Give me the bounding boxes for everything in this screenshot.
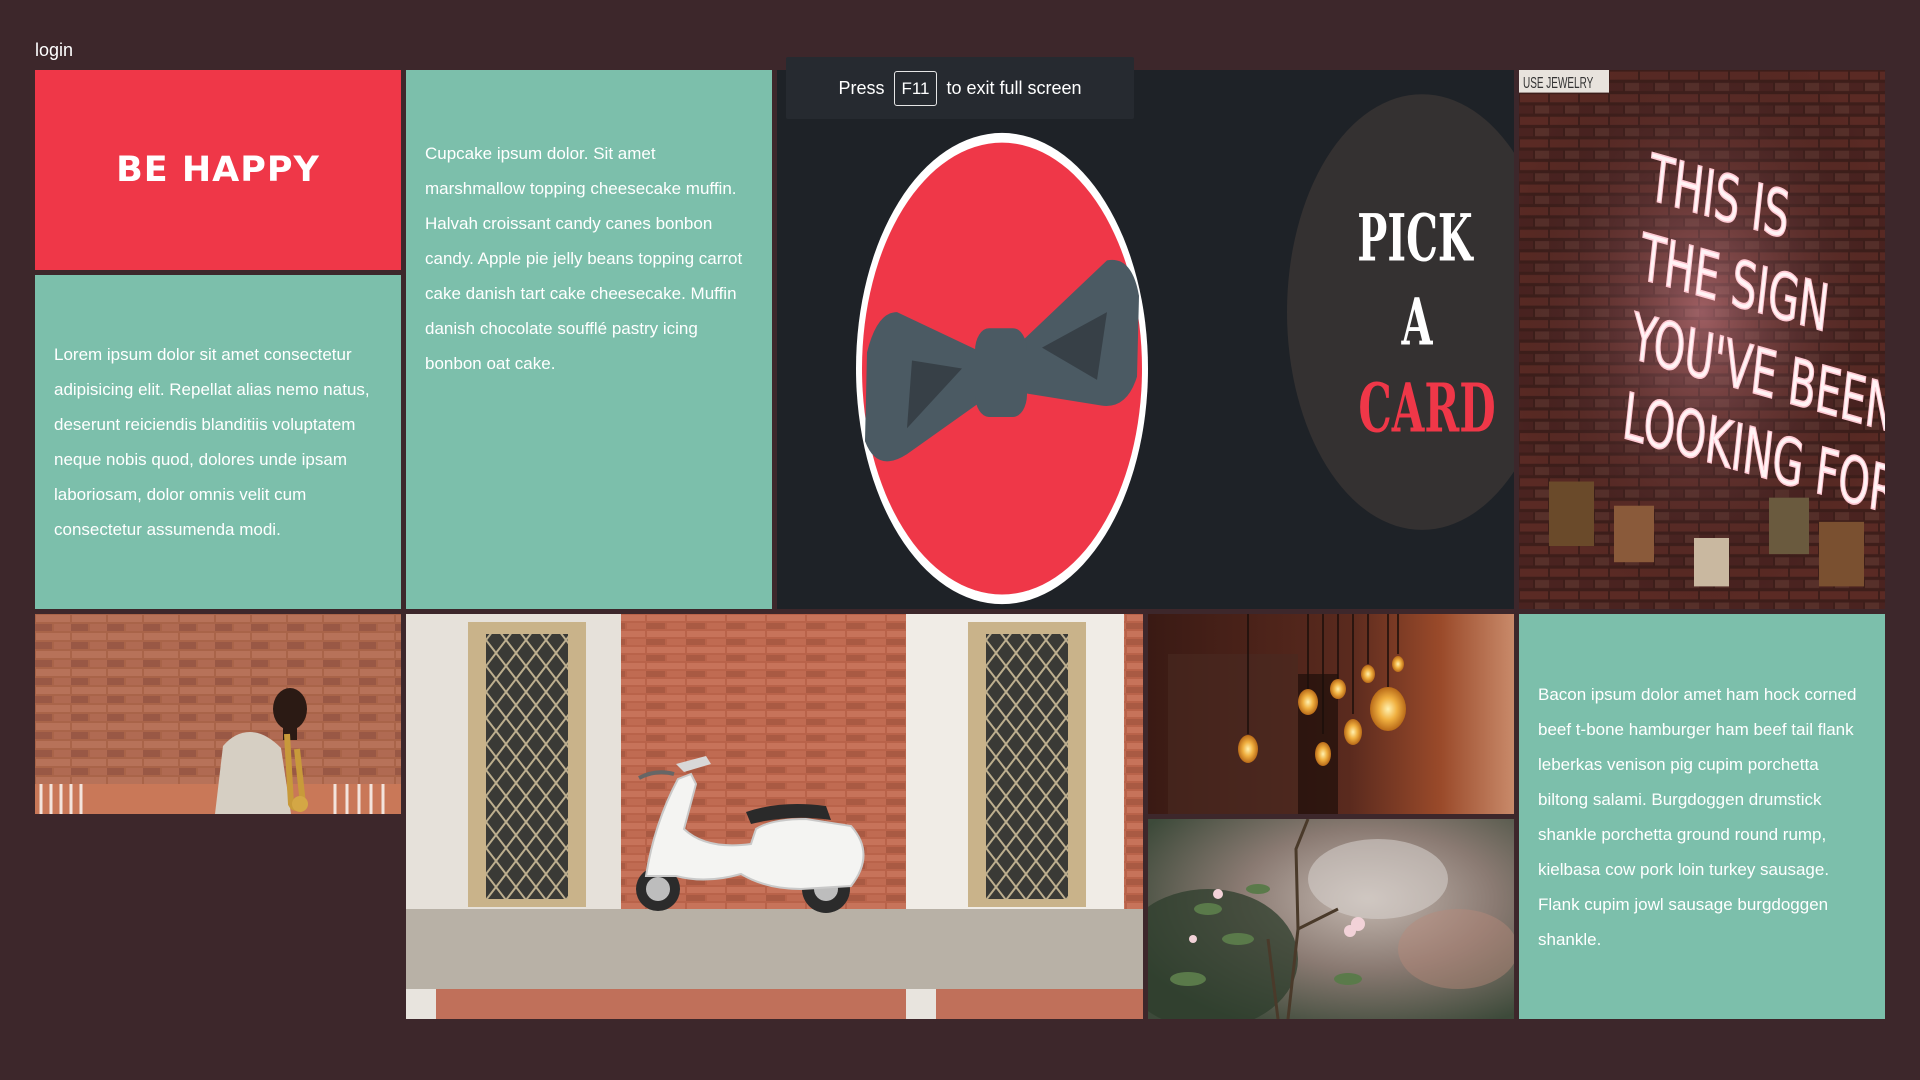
a-text: A bbox=[1401, 284, 1434, 360]
lorem-text: Lorem ipsum dolor sit amet consectetur a… bbox=[54, 345, 370, 539]
f11-key: F11 bbox=[894, 70, 937, 106]
scooter-photo bbox=[406, 614, 1143, 1019]
bacon-text: Bacon ipsum dolor amet ham hock corned b… bbox=[1538, 684, 1857, 949]
flowers-photo bbox=[1148, 819, 1514, 1019]
pick-text: PICK bbox=[1357, 200, 1474, 276]
be-happy-tile: BE HAPPY bbox=[35, 70, 401, 270]
be-happy-title: BE HAPPY bbox=[116, 150, 320, 190]
saxophonist-photo bbox=[35, 614, 401, 814]
login-link[interactable]: login bbox=[35, 40, 73, 61]
cupcake-tile: Cupcake ipsum dolor. Sit amet marshmallo… bbox=[406, 70, 772, 609]
pick-a-card-banner: PICK A CARD bbox=[777, 70, 1514, 609]
shop-sign-text: USE JEWELRY bbox=[1523, 73, 1593, 91]
lorem-tile: Lorem ipsum dolor sit amet consectetur a… bbox=[35, 275, 401, 609]
cupcake-text: Cupcake ipsum dolor. Sit amet marshmallo… bbox=[425, 144, 743, 373]
bacon-tile: Bacon ipsum dolor amet ham hock corned b… bbox=[1519, 614, 1885, 1019]
neon-sign-photo: USE JEWELRY THIS IS THE SIGN YOU'VE BEEN… bbox=[1519, 70, 1885, 609]
fullscreen-toast: Press F11 to exit full screen bbox=[786, 57, 1134, 119]
card-text: CARD bbox=[1358, 369, 1495, 448]
hanging-bulbs-photo bbox=[1148, 614, 1514, 814]
toast-press-text: Press bbox=[838, 77, 885, 98]
toast-message: to exit full screen bbox=[946, 77, 1082, 98]
tile-grid: BE HAPPY Lorem ipsum dolor sit amet cons… bbox=[35, 70, 1885, 1019]
